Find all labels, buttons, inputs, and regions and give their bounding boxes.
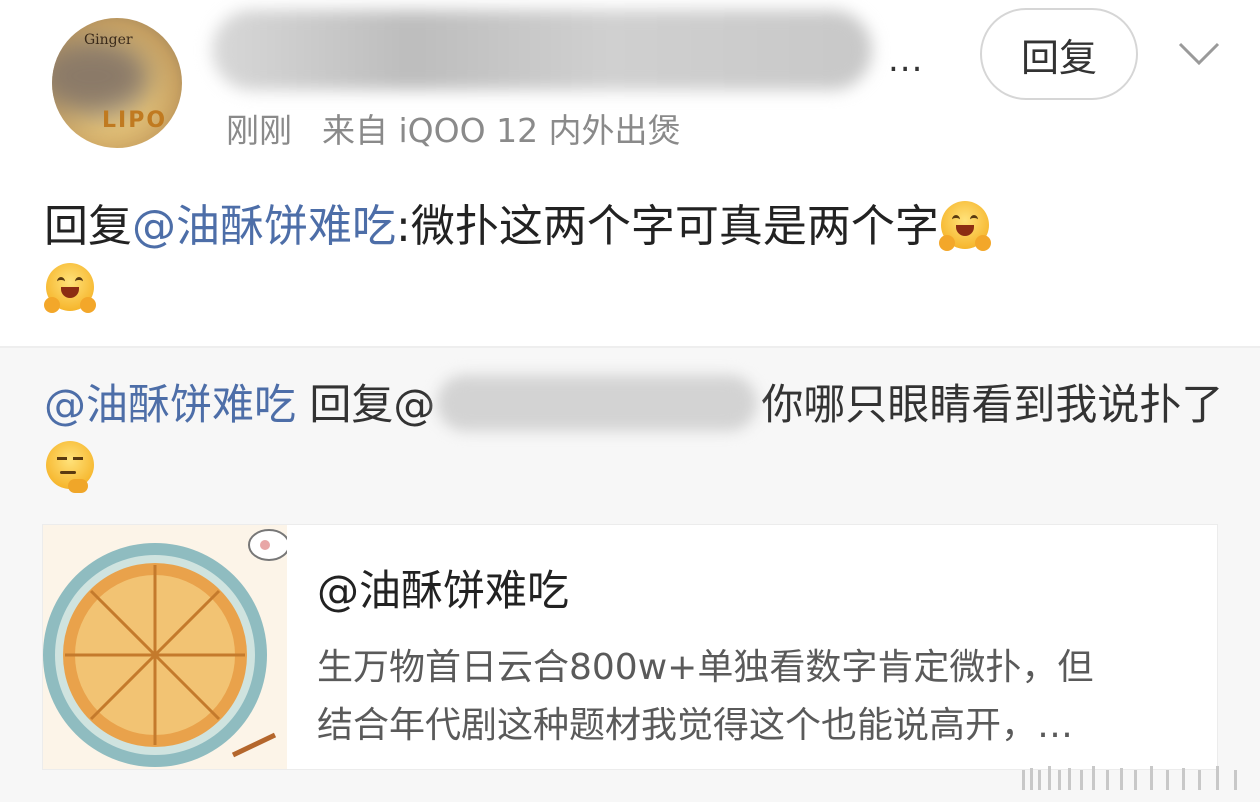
card-desc-line1: 生万物首日云合800w+单独看数字肯定微扑，但 — [317, 647, 1094, 688]
quote-mention-link[interactable]: @油酥饼难吃 — [44, 380, 296, 429]
avatar-text-bottom: LIPO — [102, 108, 168, 133]
username-blurred[interactable] — [212, 10, 872, 90]
username-ellipsis: ... — [888, 40, 924, 80]
card-title: @油酥饼难吃 — [317, 566, 570, 615]
comment-body: :微扑这两个字可真是两个字 — [396, 201, 939, 252]
quote-text: @油酥饼难吃 回复@ 你哪只眼睛看到我说扑了 — [44, 374, 1224, 498]
thinking-face-icon — [46, 441, 94, 493]
avatar-blur — [52, 36, 152, 116]
watermark-bars-icon — [1022, 766, 1237, 790]
avatar-text-top: Ginger — [84, 32, 133, 48]
comment-meta: 刚刚 来自 iQOO 12 内外出煲 — [226, 104, 681, 152]
quote-reply-label: 回复@ — [296, 380, 436, 429]
reply-button[interactable]: 回复 — [980, 8, 1138, 100]
avatar[interactable]: Ginger LIPO — [52, 18, 182, 148]
comment-text: 回复@油酥饼难吃:微扑这两个字可真是两个字 — [44, 196, 1224, 320]
pie-illustration — [43, 525, 287, 769]
hugging-face-icon — [44, 263, 96, 313]
mention-link[interactable]: @油酥饼难吃 — [132, 201, 396, 252]
card-description: 生万物首日云合800w+单独看数字肯定微扑，但 结合年代剧这种题材我觉得这个也能… — [317, 639, 1197, 755]
comment-time: 刚刚 — [226, 111, 292, 150]
quoted-comment[interactable]: @油酥饼难吃 回复@ 你哪只眼睛看到我说扑了 @油酥饼难吃 生万物首日云合800… — [0, 348, 1260, 802]
card-desc-line2: 结合年代剧这种题材我觉得这个也能说高开，… — [317, 705, 1074, 746]
pie-thumbnail — [43, 525, 287, 769]
hugging-face-icon — [938, 201, 991, 251]
reply-prefix: 回复 — [44, 201, 132, 252]
comment-source: 来自 iQOO 12 内外出煲 — [322, 111, 681, 150]
blurred-mention[interactable] — [437, 375, 758, 431]
chevron-down-icon[interactable] — [1176, 30, 1222, 76]
quote-body: 你哪只眼睛看到我说扑了 — [761, 380, 1224, 429]
comment-block: Ginger LIPO ... 回复 刚刚 来自 iQOO 12 内外出煲 回复@… — [0, 0, 1260, 346]
linked-post-card[interactable]: @油酥饼难吃 生万物首日云合800w+单独看数字肯定微扑，但 结合年代剧这种题材… — [42, 524, 1218, 770]
